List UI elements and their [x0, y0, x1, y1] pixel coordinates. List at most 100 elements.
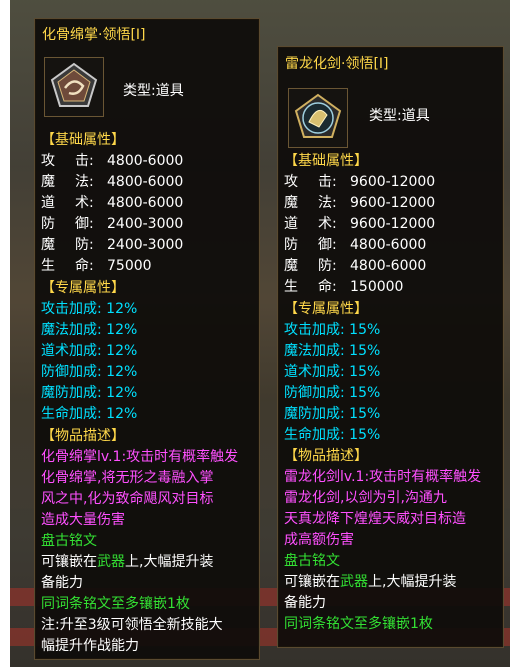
special-stat-key: 道术加成: — [41, 343, 102, 359]
stat-key-suffix: 防: — [75, 237, 94, 253]
description-line: 造成大量伤害 — [41, 512, 125, 528]
special-attributes-header: 【专属属性】 — [284, 301, 368, 317]
special-stat-value: 15% — [349, 427, 381, 443]
special-stat-row: 防御加成: 15% — [284, 383, 380, 404]
special-stat-key: 魔法加成: — [284, 343, 345, 359]
special-attributes-header: 【专属属性】 — [41, 280, 125, 296]
stat-key-suffix: 防: — [318, 258, 337, 274]
special-stat-key: 道术加成: — [284, 364, 345, 380]
special-stat-key: 防御加成: — [41, 364, 102, 380]
swirl-rune-icon — [44, 57, 104, 117]
base-stat-row: 道 术: 9600-12000 — [284, 214, 435, 235]
special-stat-key: 生命加成: — [284, 427, 345, 443]
base-stat-row: 生 命: 75000 — [41, 256, 152, 277]
stat-key: 魔 — [41, 237, 55, 253]
note-line: 注:升至3级可领悟全新技能大 — [41, 617, 223, 633]
special-stat-row: 魔法加成: 12% — [41, 320, 137, 341]
special-stat-key: 魔法加成: — [41, 322, 102, 338]
stat-value: 9600-12000 — [350, 216, 436, 232]
stat-value: 150000 — [350, 279, 404, 295]
special-stat-key: 攻击加成: — [284, 322, 345, 338]
description-line: 雷龙化剑,以剑为引,沟通九 — [284, 490, 447, 506]
base-attributes-header: 【基础属性】 — [284, 153, 368, 169]
item-tooltip-right: 雷龙化剑·领悟[Ⅰ] 类型:道具 【基础属性】 攻 击: 9600-12000 魔 法:… — [277, 46, 504, 648]
stat-value: 4800-6000 — [350, 237, 427, 253]
description-line: 成高额伤害 — [284, 532, 354, 548]
item-title: 化骨绵掌·领悟[Ⅰ] — [42, 27, 146, 43]
stat-key: 攻 — [41, 153, 55, 169]
special-stat-row: 道术加成: 15% — [284, 362, 380, 383]
stat-key-suffix: 命: — [318, 279, 337, 295]
stat-key: 魔 — [41, 174, 55, 190]
special-stat-row: 防御加成: 12% — [41, 362, 137, 383]
special-stat-row: 魔防加成: 15% — [284, 404, 380, 425]
stat-value: 9600-12000 — [350, 174, 436, 190]
description-line: 风之中,化为致命飓风对目标 — [41, 491, 214, 507]
stat-key: 攻 — [284, 174, 298, 190]
stat-value: 4800-6000 — [107, 153, 184, 169]
stat-key-suffix: 击: — [318, 174, 337, 190]
description-line: 雷龙化剑lv.1:攻击时有概率触发 — [284, 469, 482, 485]
stat-key: 生 — [284, 279, 298, 295]
stat-value: 4800-6000 — [350, 258, 427, 274]
stat-value: 4800-6000 — [107, 195, 184, 211]
base-attributes-header: 【基础属性】 — [41, 132, 125, 148]
special-stat-value: 15% — [349, 364, 381, 380]
special-stat-row: 生命加成: 12% — [41, 404, 137, 425]
embed-info-cont: 备能力 — [284, 595, 326, 611]
stat-key-suffix: 御: — [75, 216, 94, 232]
special-stat-value: 15% — [349, 322, 381, 338]
special-stat-row: 生命加成: 15% — [284, 425, 380, 446]
note-line-cont: 幅提升作战能力 — [41, 638, 139, 654]
stat-value: 2400-3000 — [107, 237, 184, 253]
stat-value: 75000 — [107, 258, 152, 274]
stat-key-suffix: 术: — [75, 195, 94, 211]
special-stat-row: 攻击加成: 15% — [284, 320, 380, 341]
special-stat-value: 12% — [106, 301, 138, 317]
base-stat-row: 魔 法: 4800-6000 — [41, 172, 183, 193]
base-stat-row: 防 御: 2400-3000 — [41, 214, 183, 235]
special-stat-value: 12% — [106, 364, 138, 380]
special-stat-row: 魔法加成: 15% — [284, 341, 380, 362]
description-line: 化骨绵掌lv.1:攻击时有概率触发 — [41, 449, 239, 465]
special-stat-value: 15% — [349, 406, 381, 422]
base-stat-row: 生 命: 150000 — [284, 277, 403, 298]
special-stat-key: 生命加成: — [41, 406, 102, 422]
item-title: 雷龙化剑·领悟[Ⅰ] — [285, 56, 389, 72]
inscription-type: 盘古铭文 — [41, 533, 97, 549]
embed-info: 可镶嵌在武器上,大幅提升装 — [284, 574, 457, 590]
stat-key: 道 — [284, 216, 298, 232]
dragon-sword-rune-icon — [288, 88, 348, 148]
stat-key: 防 — [284, 237, 298, 253]
stat-key: 防 — [41, 216, 55, 232]
base-stat-row: 魔 法: 9600-12000 — [284, 193, 435, 214]
stat-key-suffix: 命: — [75, 258, 94, 274]
special-stat-key: 魔防加成: — [41, 385, 102, 401]
base-stat-row: 魔 防: 4800-6000 — [284, 256, 426, 277]
embed-limit: 同词条铭文至多镶嵌1枚 — [284, 616, 433, 632]
special-stat-value: 15% — [349, 385, 381, 401]
base-stat-row: 道 术: 4800-6000 — [41, 193, 183, 214]
stat-key: 道 — [41, 195, 55, 211]
special-stat-key: 攻击加成: — [41, 301, 102, 317]
inscription-type: 盘古铭文 — [284, 553, 340, 569]
stat-key-suffix: 御: — [318, 237, 337, 253]
base-stat-row: 防 御: 4800-6000 — [284, 235, 426, 256]
item-tooltip-left: 化骨绵掌·领悟[Ⅰ] 类型:道具 【基础属性】 攻 击: 4800-6000 魔 法: 4… — [34, 18, 260, 660]
base-stat-row: 攻 击: 9600-12000 — [284, 172, 435, 193]
embed-info: 可镶嵌在武器上,大幅提升装 — [41, 554, 214, 570]
stat-key: 生 — [41, 258, 55, 274]
stat-value: 9600-12000 — [350, 195, 436, 211]
item-description-header: 【物品描述】 — [284, 448, 368, 464]
special-stat-key: 魔防加成: — [284, 406, 345, 422]
item-type: 类型:道具 — [369, 108, 430, 124]
special-stat-value: 15% — [349, 343, 381, 359]
description-line: 化骨绵掌,将无形之毒融入掌 — [41, 470, 214, 486]
description-line: 天真龙降下煌煌天威对目标造 — [284, 511, 466, 527]
base-stat-row: 攻 击: 4800-6000 — [41, 151, 183, 172]
stat-value: 2400-3000 — [107, 216, 184, 232]
special-stat-row: 攻击加成: 12% — [41, 299, 137, 320]
stat-value: 4800-6000 — [107, 174, 184, 190]
special-stat-value: 12% — [106, 322, 138, 338]
stat-key-suffix: 击: — [75, 153, 94, 169]
